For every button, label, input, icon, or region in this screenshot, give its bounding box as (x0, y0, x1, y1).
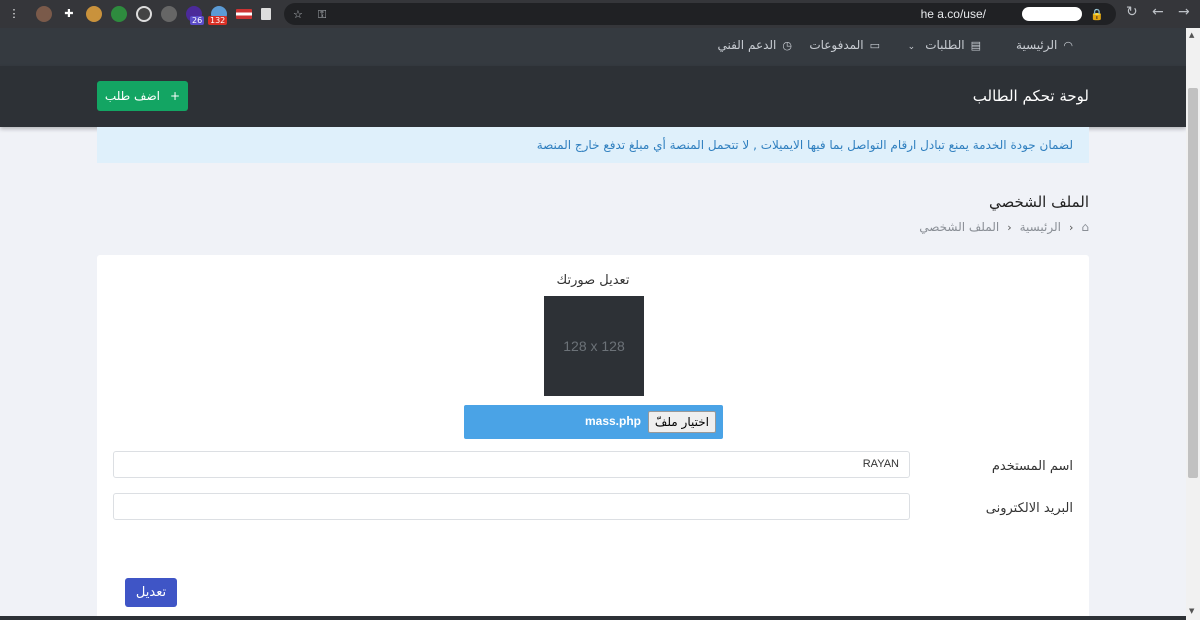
email-input[interactable] (113, 493, 910, 520)
scrollbar-thumb[interactable] (1188, 88, 1198, 478)
extensions-icon[interactable]: ✚ (61, 6, 77, 22)
extension-flag-icon[interactable] (236, 9, 252, 19)
nav-home-label: الرئيسية (1016, 38, 1058, 52)
nav-orders-label: الطلبات (925, 38, 965, 52)
username-label: اسم المستخدم (991, 459, 1073, 474)
bookmark-star-icon[interactable]: ☆ (293, 8, 303, 21)
nav-payments[interactable]: ▭ المدفوعات (809, 38, 880, 52)
breadcrumb-home[interactable]: الرئيسية (1020, 220, 1061, 234)
scroll-up-arrow-icon[interactable]: ▲ (1189, 31, 1194, 39)
browser-menu-icon[interactable]: ⋮ (6, 6, 22, 22)
reload-icon[interactable]: ↻ (1126, 4, 1138, 20)
nav-support-label: الدعم الفني (717, 38, 777, 52)
browser-toolbar: ⋮ ✚ 26 132 ☆ ⚿ he a.co/use/ 🔒 ↻ ← → (0, 0, 1200, 28)
avatar-placeholder: 128 x 128 (544, 296, 644, 396)
forward-icon[interactable]: ← (1152, 4, 1164, 20)
home-icon[interactable]: ⌂ (1081, 220, 1089, 234)
bottom-edge (0, 616, 1186, 620)
address-bar[interactable]: ☆ ⚿ he a.co/use/ 🔒 (284, 3, 1116, 25)
page-header-title: لوحة تحكم الطالب (972, 87, 1089, 105)
update-profile-button[interactable]: تعديل (125, 578, 177, 607)
selected-file-name: mass.php (584, 414, 641, 428)
extension-cookie-icon[interactable] (86, 6, 102, 22)
extension-c-icon[interactable] (136, 6, 152, 22)
info-alert: لضمان جودة الخدمة يمنع تبادل ارقام التوا… (97, 127, 1089, 163)
extension-gray-icon[interactable] (161, 6, 177, 22)
nav-payments-label: المدفوعات (809, 38, 864, 52)
page-title: الملف الشخصي (989, 193, 1089, 211)
credit-card-icon: ▭ (869, 39, 880, 52)
extension-badge-count: 132 (208, 16, 228, 25)
profile-card: تعديل صورتك 128 x 128 اختيار ملفّ mass.p… (97, 255, 1089, 620)
chevron-down-icon: ⌄ (907, 42, 916, 52)
page-scrollbar[interactable]: ▲ ▼ (1186, 28, 1200, 620)
nav-orders[interactable]: ▤ الطلبات ⌄ (908, 38, 981, 52)
url-text: he a.co/use/ (920, 7, 986, 21)
extension-badge-count: 26 (190, 16, 205, 25)
dashboard-gauge-icon: ◠ (1063, 39, 1073, 52)
back-icon[interactable]: → (1178, 4, 1190, 20)
extension-green-icon[interactable] (111, 6, 127, 22)
support-clock-icon: ◷ (782, 39, 792, 52)
scroll-down-arrow-icon[interactable]: ▼ (1189, 607, 1194, 615)
main-navigation: ◠ الرئيسية ▤ الطلبات ⌄ ▭ المدفوعات ◷ الدعم ال… (0, 28, 1186, 66)
dashboard-header: لوحة تحكم الطالب + اضف طلب (0, 66, 1186, 127)
extension-doc-icon[interactable] (261, 8, 271, 20)
nav-support[interactable]: ◷ الدعم الفني (717, 38, 792, 52)
password-key-icon[interactable]: ⚿ (318, 8, 326, 22)
username-input[interactable]: RAYAN (113, 451, 910, 478)
email-label: البريد الالكترونى (985, 501, 1073, 516)
file-upload-field[interactable]: اختيار ملفّ mass.php (464, 405, 723, 439)
breadcrumb-current: الملف الشخصي (919, 220, 1000, 234)
plus-icon: + (170, 89, 181, 103)
chevron-left-icon: ‹ (1007, 220, 1012, 234)
chevron-left-icon: ‹ (1068, 220, 1074, 234)
breadcrumb: ⌂ ‹ الرئيسية ‹ الملف الشخصي (919, 220, 1089, 234)
lock-icon[interactable]: 🔒 (1090, 8, 1104, 21)
add-order-label: اضف طلب (104, 89, 160, 103)
nav-home[interactable]: ◠ الرئيسية (1016, 38, 1073, 52)
profile-avatar[interactable] (36, 6, 52, 22)
choose-file-button[interactable]: اختيار ملفّ (647, 411, 716, 433)
redacted-url-part (1022, 7, 1082, 21)
orders-icon: ▤ (970, 39, 981, 52)
add-order-button[interactable]: + اضف طلب (97, 81, 188, 111)
edit-photo-label: تعديل صورتك (556, 273, 630, 288)
